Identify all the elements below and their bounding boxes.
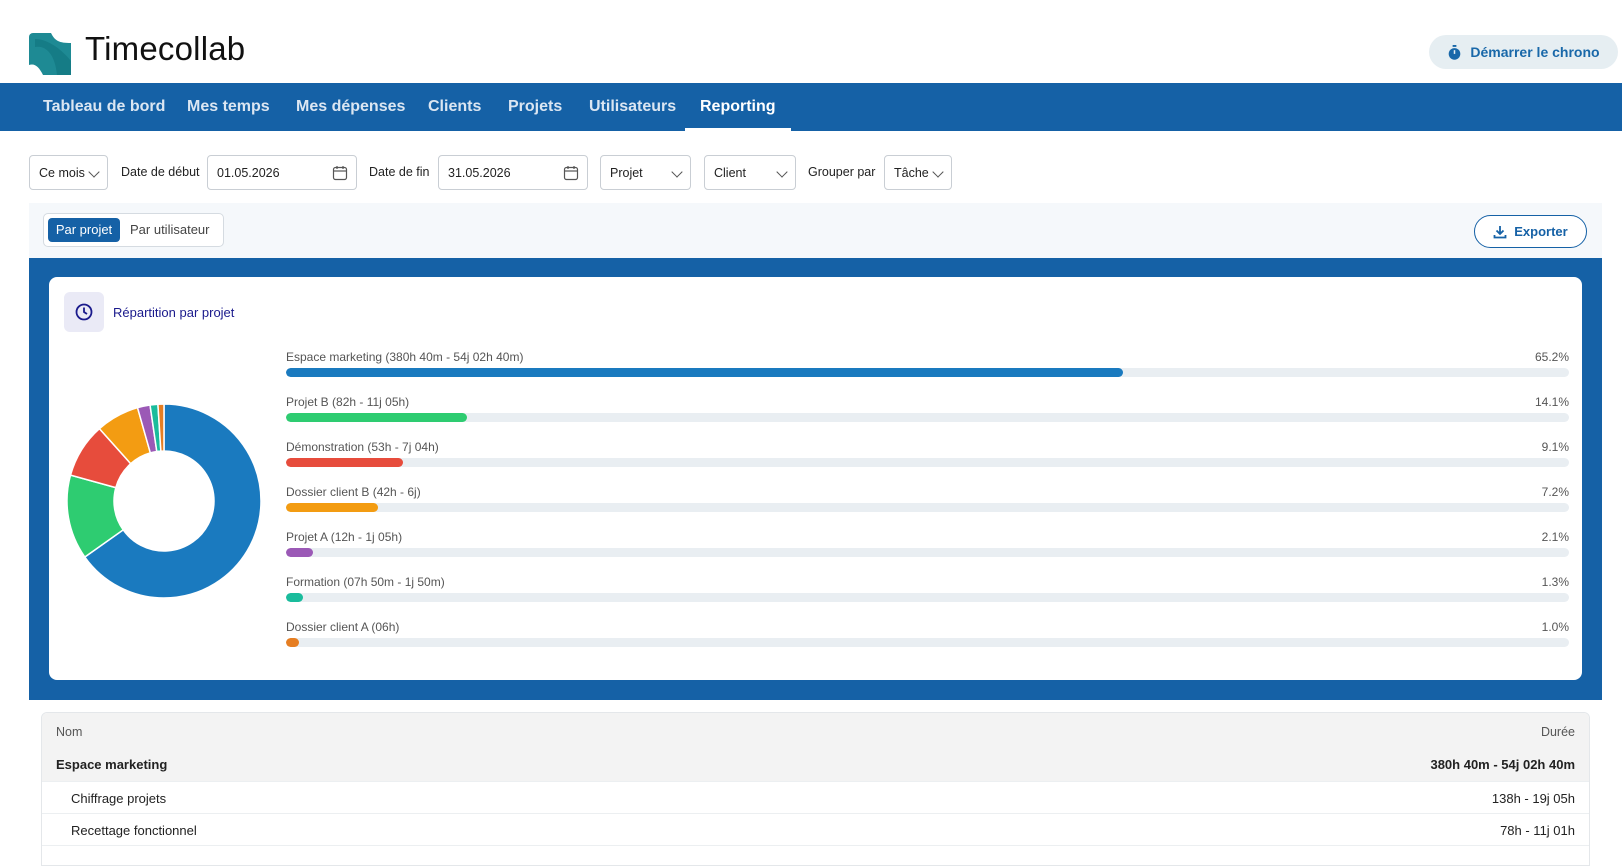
row-duration: 78h - 11j 01h (1500, 823, 1575, 838)
group-by-label: Grouper par (808, 165, 876, 179)
by-user-tab[interactable]: Par utilisateur (130, 218, 209, 242)
distribution-card: Répartition par projet Espace marketing … (49, 277, 1582, 680)
nav-dashboard[interactable]: Tableau de bord (43, 83, 165, 131)
end-date-value: 31.05.2026 (448, 165, 511, 180)
bar-row: Formation (07h 50m - 1j 50m) 1.3% (286, 575, 1569, 620)
group-duration: 380h 40m - 54j 02h 40m (1430, 757, 1575, 772)
bar-fill (286, 548, 313, 557)
col-duration-header: Durée (1540, 725, 1575, 739)
bar-percent: 65.2% (1534, 350, 1569, 364)
bar-label: Espace marketing (380h 40m - 54j 02h 40m… (286, 350, 524, 364)
bar-label: Projet B (82h - 11j 05h) (286, 395, 410, 409)
bar-percent: 14.1% (1534, 395, 1569, 409)
bar-row: Dossier client B (42h - 6j) 7.2% (286, 485, 1569, 530)
nav-clients[interactable]: Clients (428, 83, 481, 131)
end-date-label: Date de fin (369, 165, 430, 179)
row-name: Recettage fonctionnel (71, 823, 197, 838)
start-date-label: Date de début (121, 165, 200, 179)
start-timer-button[interactable]: Démarrer le chrono (1429, 35, 1618, 69)
bar-label: Démonstration (53h - 7j 04h) (286, 440, 439, 454)
bar-row: Démonstration (53h - 7j 04h) 9.1% (286, 440, 1569, 485)
stopwatch-icon (1449, 44, 1461, 60)
bar-row: Dossier client A (06h) 1.0% (286, 620, 1569, 665)
bar-percent: 2.1% (1541, 530, 1569, 544)
card-title: Répartition par projet (113, 305, 235, 320)
view-toolbar: Par projet Par utilisateur Exporter (29, 203, 1602, 258)
table-header: Nom Durée (42, 713, 1589, 748)
report-table: Nom Durée Espace marketing 380h 40m - 54… (41, 712, 1590, 866)
bar-track (286, 503, 1569, 512)
group-name: Espace marketing (56, 757, 168, 772)
project-select-value: Projet (610, 165, 643, 180)
by-project-tab[interactable]: Par projet (48, 218, 120, 242)
project-select[interactable]: Projet (600, 155, 691, 190)
app-title: Timecollab (85, 30, 246, 67)
end-date-field[interactable]: 31.05.2026 (438, 155, 588, 190)
bar-percent: 1.3% (1541, 575, 1569, 589)
nav-reporting[interactable]: Reporting (685, 83, 791, 131)
chevron-down-icon (88, 166, 100, 178)
bar-track (286, 368, 1569, 377)
start-date-value: 01.05.2026 (217, 165, 280, 180)
bar-fill (286, 413, 467, 422)
group-by-select[interactable]: Tâche (884, 155, 952, 190)
start-date-field[interactable]: 01.05.2026 (207, 155, 357, 190)
bar-fill (286, 638, 299, 647)
calendar-icon[interactable] (332, 165, 348, 181)
nav-my-times[interactable]: Mes temps (187, 83, 270, 131)
bar-track (286, 638, 1569, 647)
client-select[interactable]: Client (704, 155, 796, 190)
row-duration: 138h - 19j 05h (1491, 791, 1575, 806)
chevron-down-icon (776, 166, 788, 178)
export-label: Exporter (1514, 224, 1568, 239)
filters-bar: Ce mois Date de début 01.05.2026 Date de… (0, 131, 1622, 201)
download-icon (1493, 225, 1507, 238)
calendar-icon[interactable] (563, 165, 579, 181)
bar-list: Espace marketing (380h 40m - 54j 02h 40m… (286, 350, 1569, 665)
bar-fill (286, 458, 403, 467)
nav-my-expenses[interactable]: Mes dépenses (296, 83, 405, 131)
donut-chart (66, 403, 262, 599)
app-logo (29, 33, 71, 75)
group-row[interactable]: Espace marketing 380h 40m - 54j 02h 40m (42, 748, 1589, 781)
nav-users[interactable]: Utilisateurs (589, 83, 676, 131)
bar-label: Dossier client B (42h - 6j) (286, 485, 421, 499)
period-select[interactable]: Ce mois (29, 155, 108, 190)
bar-row: Projet A (12h - 1j 05h) 2.1% (286, 530, 1569, 575)
bar-fill (286, 503, 379, 512)
bar-percent: 9.1% (1541, 440, 1569, 454)
clock-icon (75, 303, 93, 321)
chevron-down-icon (932, 166, 944, 178)
chevron-down-icon (671, 166, 683, 178)
bar-percent: 1.0% (1541, 620, 1569, 634)
bar-track (286, 593, 1569, 602)
table-row[interactable]: Chiffrage projets 138h - 19j 05h (42, 781, 1589, 813)
table-row[interactable] (42, 845, 1589, 865)
bar-label: Dossier client A (06h) (286, 620, 400, 634)
group-by-value: Tâche (894, 165, 929, 180)
table-row[interactable]: Recettage fonctionnel 78h - 11j 01h (42, 813, 1589, 845)
bar-fill (286, 368, 1123, 377)
col-name-header: Nom (56, 725, 83, 739)
bar-row: Projet B (82h - 11j 05h) 14.1% (286, 395, 1569, 440)
bar-track (286, 548, 1569, 557)
nav-projects[interactable]: Projets (508, 83, 562, 131)
client-select-value: Client (714, 165, 746, 180)
view-toggle: Par projet Par utilisateur (43, 213, 224, 247)
start-timer-label: Démarrer le chrono (1470, 44, 1600, 60)
card-icon-box (64, 292, 104, 332)
main-nav: Tableau de bord Mes temps Mes dépenses C… (0, 83, 1622, 131)
bar-fill (286, 593, 303, 602)
chart-panel: Répartition par projet Espace marketing … (29, 258, 1602, 700)
period-value: Ce mois (39, 165, 85, 180)
bar-row: Espace marketing (380h 40m - 54j 02h 40m… (286, 350, 1569, 395)
export-button[interactable]: Exporter (1474, 215, 1587, 248)
bar-label: Projet A (12h - 1j 05h) (286, 530, 403, 544)
bar-percent: 7.2% (1541, 485, 1569, 499)
top-header: Timecollab Démarrer le chrono (0, 0, 1622, 83)
bar-label: Formation (07h 50m - 1j 50m) (286, 575, 445, 589)
bar-track (286, 413, 1569, 422)
bar-track (286, 458, 1569, 467)
row-name: Chiffrage projets (71, 791, 167, 806)
